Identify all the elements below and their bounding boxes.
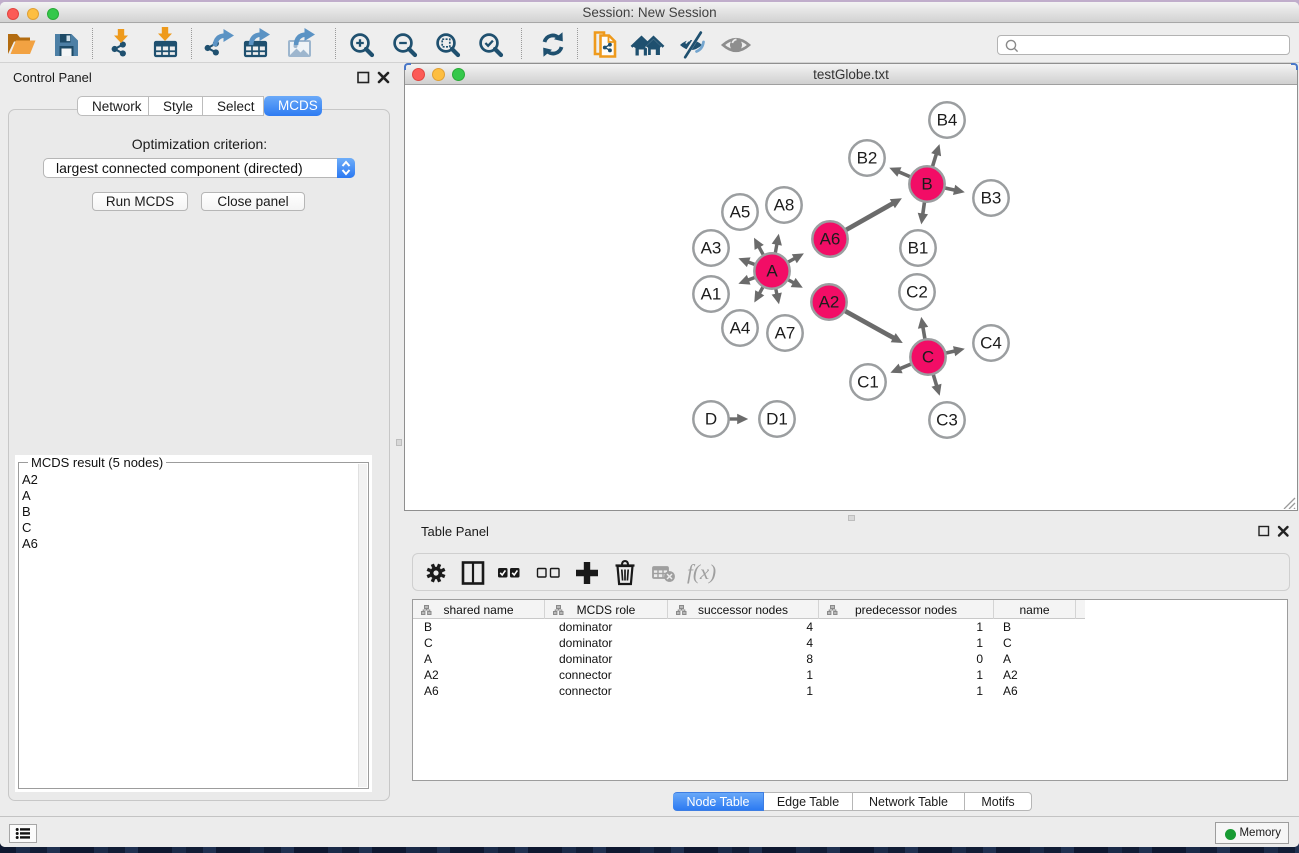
svg-text:A8: A8 [774,196,795,215]
svg-text:A3: A3 [701,239,722,258]
svg-text:B4: B4 [937,111,958,130]
svg-text:D: D [705,410,717,429]
svg-text:A2: A2 [819,293,840,312]
svg-text:C4: C4 [980,334,1002,353]
svg-text:f(x): f(x) [687,560,716,584]
svg-text:B: B [921,175,932,194]
svg-text:C: C [922,348,934,367]
svg-text:C3: C3 [936,411,958,430]
svg-text:B2: B2 [857,149,878,168]
svg-text:D1: D1 [766,410,788,429]
svg-text:A7: A7 [775,324,796,343]
svg-text:B1: B1 [908,239,929,258]
svg-text:A5: A5 [730,203,751,222]
svg-text:C1: C1 [857,373,879,392]
svg-text:A6: A6 [820,230,841,249]
svg-text:A: A [766,262,778,281]
svg-text:A1: A1 [701,285,722,304]
svg-text:B3: B3 [981,189,1002,208]
svg-text:A4: A4 [730,319,751,338]
svg-text:C2: C2 [906,283,928,302]
